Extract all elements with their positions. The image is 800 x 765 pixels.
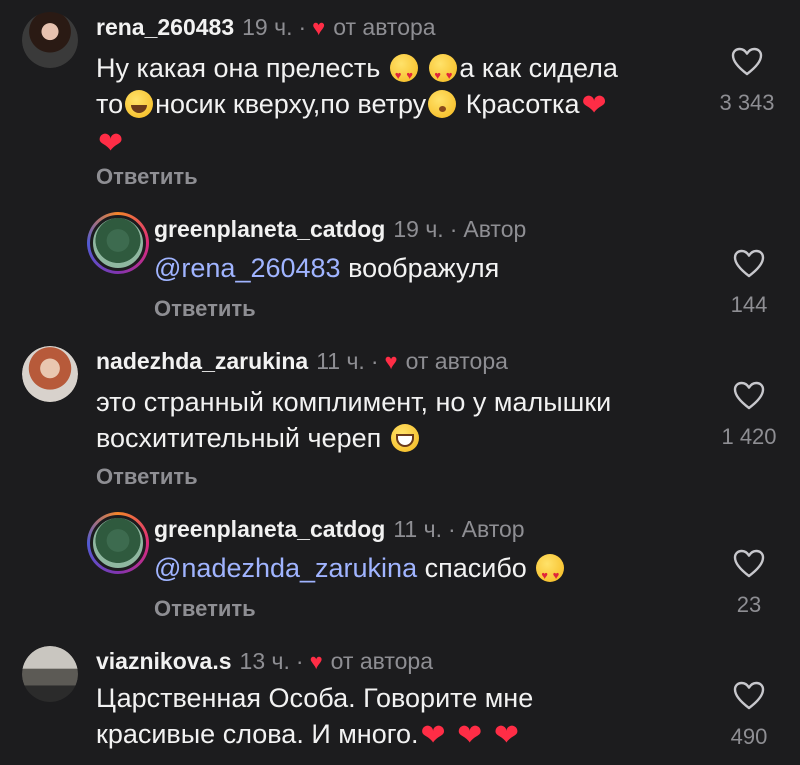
author-liked-heart-icon: ♥ bbox=[312, 14, 326, 40]
red-heart-emoji-icon: ❤ bbox=[493, 719, 519, 752]
like-count: 490 bbox=[730, 724, 768, 749]
avatar[interactable] bbox=[87, 512, 149, 574]
avatar[interactable] bbox=[87, 212, 149, 274]
like-control: 23 bbox=[704, 548, 794, 618]
reply-text: @rena_260483 воображуля bbox=[154, 253, 500, 283]
like-count: 23 bbox=[736, 592, 762, 617]
reply-button[interactable]: Ответить bbox=[154, 296, 256, 322]
avatar[interactable] bbox=[22, 346, 78, 402]
like-heart-icon[interactable] bbox=[733, 248, 765, 280]
like-control: 490 bbox=[704, 680, 794, 750]
like-control: 144 bbox=[704, 248, 794, 318]
like-heart-icon[interactable] bbox=[733, 680, 765, 712]
reply-username[interactable]: greenplaneta_catdog bbox=[154, 516, 385, 543]
red-heart-emoji-icon: ❤ bbox=[457, 719, 483, 752]
from-author-label: от автора bbox=[405, 348, 508, 374]
author-liked-heart-icon: ♥ bbox=[309, 648, 323, 674]
joy-emoji-icon bbox=[125, 90, 154, 118]
separator-dot: · bbox=[298, 14, 307, 40]
comment-time: 19 ч. bbox=[242, 14, 293, 40]
like-count: 144 bbox=[730, 292, 768, 317]
comment-time: 11 ч. bbox=[316, 348, 365, 374]
red-heart-emoji-icon: ❤ bbox=[581, 89, 607, 122]
like-count: 1 420 bbox=[721, 424, 777, 449]
like-control: 3 343 bbox=[702, 46, 792, 116]
reply-button[interactable]: Ответить bbox=[154, 596, 256, 622]
reply-text: @nadezhda_zarukina спасибо bbox=[154, 550, 566, 594]
red-heart-emoji-icon: ❤ bbox=[98, 127, 124, 160]
avatar[interactable] bbox=[22, 646, 78, 702]
comment-time: 13 ч. bbox=[239, 648, 290, 674]
separator-dot: · bbox=[449, 216, 458, 242]
author-badge: Автор bbox=[463, 216, 527, 242]
separator-dot: · bbox=[447, 516, 456, 542]
kissing-emoji-icon bbox=[428, 90, 457, 118]
separator-dot: · bbox=[295, 648, 304, 674]
from-author-label: от автора bbox=[333, 14, 436, 40]
heart-eyes-emoji-icon bbox=[536, 554, 565, 594]
comment-text: Царственная Особа. Говорите мне красивые… bbox=[96, 683, 534, 752]
like-heart-icon[interactable] bbox=[733, 380, 765, 412]
mention-link[interactable]: @nadezhda_zarukina bbox=[154, 553, 417, 583]
author-badge: Автор bbox=[461, 516, 525, 542]
heart-eyes-emoji-icon bbox=[389, 54, 418, 94]
like-control: 1 420 bbox=[704, 380, 794, 450]
author-liked-heart-icon: ♥ bbox=[384, 348, 398, 374]
comment-text: это странный комплимент, но у малышки во… bbox=[96, 387, 612, 453]
reply-button[interactable]: Ответить bbox=[96, 464, 198, 490]
red-heart-emoji-icon: ❤ bbox=[420, 719, 446, 752]
like-count: 3 343 bbox=[719, 90, 775, 115]
reply-time: 19 ч. bbox=[393, 216, 444, 242]
reply-button[interactable]: Ответить bbox=[96, 164, 198, 190]
separator-dot: · bbox=[370, 348, 379, 374]
mention-link[interactable]: @rena_260483 bbox=[154, 253, 341, 283]
reply-time: 11 ч. bbox=[393, 516, 442, 542]
comment-username[interactable]: nadezhda_zarukina bbox=[96, 348, 308, 375]
like-heart-icon[interactable] bbox=[731, 46, 763, 78]
reply-username[interactable]: greenplaneta_catdog bbox=[154, 216, 385, 243]
grinning-emoji-icon bbox=[390, 424, 419, 452]
comment-username[interactable]: viaznikova.s bbox=[96, 648, 232, 675]
heart-eyes-emoji-icon bbox=[429, 54, 458, 94]
comment-username[interactable]: rena_260483 bbox=[96, 14, 234, 41]
comment-text: Ну какая она прелесть а как сидела тонос… bbox=[96, 50, 686, 162]
avatar[interactable] bbox=[22, 12, 78, 68]
like-heart-icon[interactable] bbox=[733, 548, 765, 580]
from-author-label: от автора bbox=[330, 648, 433, 674]
